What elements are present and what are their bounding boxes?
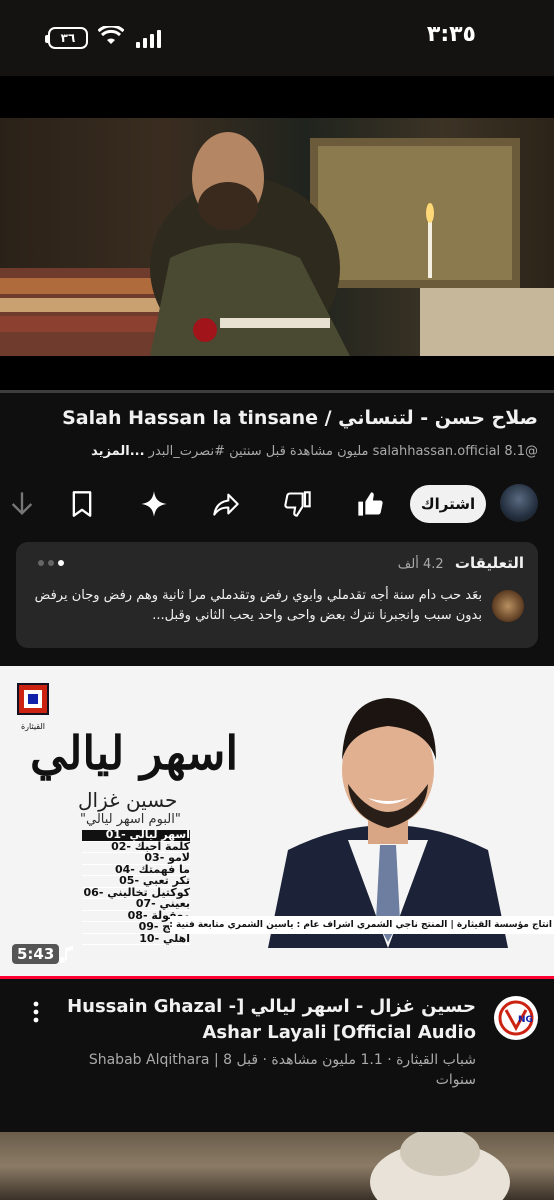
status-time: ٣:٣٥ [426, 22, 476, 47]
battery-icon: ٣٦ [45, 27, 88, 49]
hashtag-link[interactable]: #نصرت_البدر [149, 444, 225, 459]
comment-text: بعَد حب دام سنة أجه تقدملي وابوي رفض وتق… [34, 588, 482, 623]
bookmark-icon [72, 491, 92, 517]
video-frame [0, 118, 554, 356]
wifi-icon [97, 24, 125, 50]
comments-header: التعليقات 4.2 ألف [398, 554, 524, 572]
like-button[interactable] [354, 488, 386, 520]
track-item: اهلي -10 [82, 933, 190, 945]
channel-logo-icon: NG [498, 1000, 534, 1036]
save-button[interactable] [66, 488, 98, 520]
svg-text:NG: NG [518, 1015, 533, 1025]
subscribe-button[interactable]: اشتراك [410, 485, 486, 523]
video-progress-bar[interactable] [0, 390, 554, 393]
channel-avatar[interactable] [500, 484, 538, 522]
thumb-credits: انتاج مؤسسة القيثارة | المنتج ناجي الشمر… [170, 916, 554, 934]
thumb-title: اسهر ليالي [30, 726, 239, 780]
thumbs-up-icon [358, 492, 383, 516]
upload-age: قبل سنتين [229, 444, 286, 459]
commenter-avatar [492, 590, 524, 622]
kebab-menu-icon [33, 1001, 39, 1023]
cell-signal-icon [136, 30, 162, 52]
share-button[interactable] [210, 488, 242, 520]
dislike-button[interactable] [282, 488, 314, 520]
comments-label: التعليقات [454, 554, 524, 572]
download-icon [11, 492, 33, 515]
next-channel-avatar[interactable]: NG [494, 996, 538, 1040]
thumbs-down-icon [284, 491, 311, 517]
video-meta[interactable]: @salahhassan.official 8.1 مليون مشاهدة ق… [16, 444, 538, 459]
duration-badge: 5:43 [12, 944, 60, 964]
comments-panel[interactable]: التعليقات 4.2 ألف بعَد حب دام سنة أجه تق… [16, 542, 538, 648]
thumb-album: "البوم اسهر ليالي" [80, 812, 181, 827]
share-icon [213, 493, 239, 516]
remix-button[interactable] [138, 488, 170, 520]
next-video-title[interactable]: حسين غزال - اسهر ليالي [Hussain Ghazal -… [56, 994, 476, 1046]
download-button[interactable] [6, 488, 38, 520]
next-video-thumbnail-peek[interactable] [0, 1132, 554, 1200]
comments-count: 4.2 ألف [397, 557, 444, 572]
thumb-artist: حسين غزال [78, 788, 178, 812]
next-video-thumbnail[interactable]: القيثارة اسهر ليالي حسين غزال "البوم اسه… [0, 666, 554, 976]
artist-photo [268, 680, 508, 948]
carousel-dots [38, 560, 64, 566]
video-title[interactable]: صلاح حسن - لتنساني / Salah Hassan la tin… [16, 404, 538, 432]
watched-progress-bar [0, 976, 554, 979]
more-link[interactable]: ...المزيد [91, 444, 144, 459]
video-player[interactable] [0, 76, 554, 390]
more-options-button[interactable] [28, 1000, 44, 1024]
next-video-meta: شباب القيثارة · 1.1 مليون مشاهدة · قبل 8… [88, 1052, 476, 1088]
music-note-icon [59, 946, 74, 968]
sparkle-icon [141, 491, 167, 517]
